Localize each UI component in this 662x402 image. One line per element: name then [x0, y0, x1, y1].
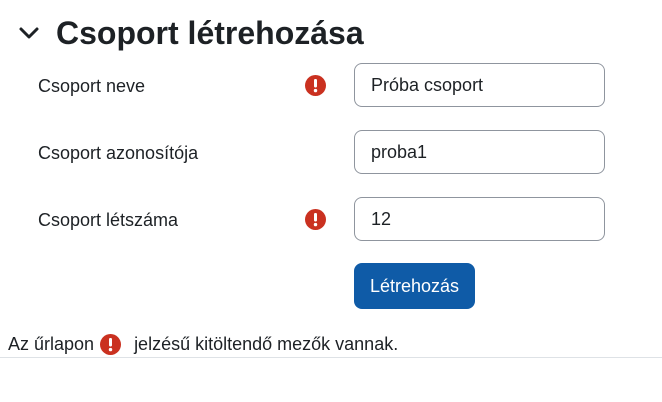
required-icon — [305, 209, 326, 230]
group-name-label: Csoport neve — [38, 76, 146, 96]
divider — [0, 357, 662, 358]
section-title: Csoport létrehozása — [56, 15, 364, 51]
create-button[interactable]: Létrehozás — [354, 263, 475, 309]
note-text-before: Az űrlapon — [8, 334, 95, 354]
group-id-input[interactable] — [354, 130, 605, 174]
required-icon — [100, 333, 122, 355]
group-id-label: Csoport azonosítója — [38, 143, 199, 163]
required-icon — [305, 75, 326, 96]
create-group-page: Csoport létrehozása Csoport neve Csoport… — [0, 0, 662, 402]
form-row-group-size: Csoport létszáma — [0, 197, 662, 243]
group-size-input[interactable] — [354, 197, 605, 241]
chevron-down-icon[interactable] — [16, 20, 42, 46]
form-row-group-id: Csoport azonosítója — [0, 130, 662, 176]
required-fields-note: Az űrlapon jelzésű kitöltendő mezők vann… — [8, 332, 398, 356]
group-size-label: Csoport létszáma — [38, 210, 179, 230]
form-row-group-name: Csoport neve — [0, 63, 662, 109]
group-name-input[interactable] — [354, 63, 605, 107]
note-text-after: jelzésű kitöltendő mezők vannak. — [134, 334, 399, 354]
